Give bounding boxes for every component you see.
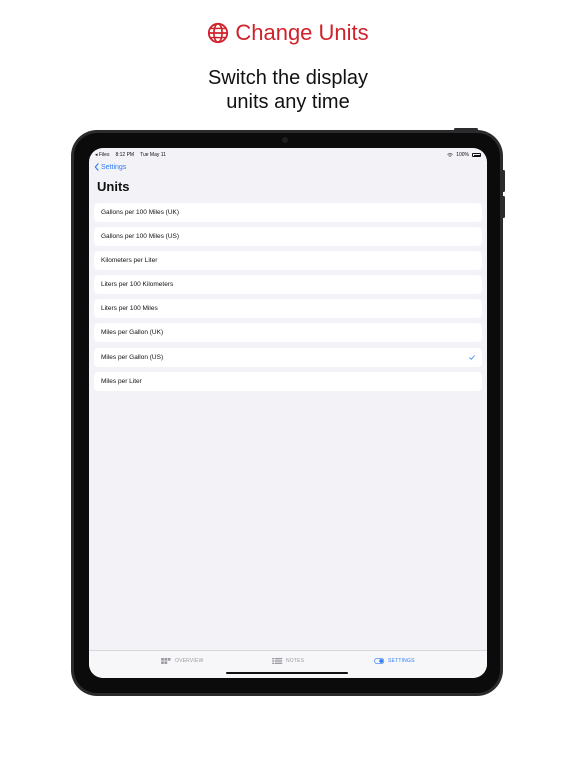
battery-icon	[472, 153, 481, 157]
unit-label: Miles per Gallon (UK)	[101, 329, 164, 337]
promo-title: Change Units	[235, 20, 369, 45]
page-title: Units	[97, 179, 130, 194]
back-button[interactable]: Settings	[94, 163, 126, 171]
unit-row-miles-per-gallon-us[interactable]: Miles per Gallon (US)	[94, 347, 482, 367]
chevron-left-icon	[94, 163, 99, 171]
promo-subtitle-line2: units any time	[226, 91, 350, 113]
tab-notes-label: NOTES	[286, 658, 305, 664]
checkmark-icon	[469, 354, 475, 360]
wifi-icon	[447, 153, 453, 157]
promo-headline: Change Units	[0, 20, 576, 46]
status-back-app[interactable]: ◂ Files	[95, 152, 109, 158]
unit-label: Miles per Liter	[101, 377, 142, 385]
promo-subtitle-line1: Switch the display	[207, 67, 369, 89]
unit-row-miles-per-liter[interactable]: Miles per Liter	[94, 371, 482, 391]
units-list: Gallons per 100 Miles (UK) Gallons per 1…	[94, 203, 482, 396]
status-date: Tue May 11	[140, 152, 166, 158]
front-camera	[282, 137, 288, 143]
status-bar: ◂ Files 8:12 PM Tue May 11 100%	[95, 151, 481, 159]
unit-label: Kilometers per Liter	[101, 257, 158, 265]
unit-label: Liters per 100 Kilometers	[101, 281, 174, 289]
unit-label: Miles per Gallon (US)	[101, 353, 164, 361]
home-indicator	[226, 671, 348, 674]
tab-overview-label: OVERVIEW	[175, 658, 204, 664]
tab-bar: OVERVIEW NOTES SETTINGS	[89, 650, 487, 678]
battery-percent: 100%	[456, 152, 469, 158]
unit-row-liters-per-100-miles[interactable]: Liters per 100 Miles	[94, 299, 482, 319]
status-right: 100%	[447, 152, 481, 158]
dashboard-icon	[161, 658, 171, 664]
unit-row-gallons-per-100-miles-us[interactable]: Gallons per 100 Miles (US)	[94, 227, 482, 247]
list-icon	[272, 658, 283, 664]
tab-settings-label: SETTINGS	[388, 658, 415, 664]
back-button-label: Settings	[101, 163, 127, 171]
unit-row-kilometers-per-liter[interactable]: Kilometers per Liter	[94, 251, 482, 271]
status-left: ◂ Files 8:12 PM Tue May 11	[95, 152, 166, 158]
tab-overview[interactable]: OVERVIEW	[161, 658, 203, 664]
tab-settings[interactable]: SETTINGS	[374, 658, 415, 664]
unit-row-gallons-per-100-miles-uk[interactable]: Gallons per 100 Miles (UK)	[94, 203, 482, 222]
globe-icon	[208, 22, 229, 44]
unit-row-miles-per-gallon-uk[interactable]: Miles per Gallon (UK)	[94, 323, 482, 343]
status-time: 8:12 PM	[115, 152, 135, 158]
app-screen: ◂ Files 8:12 PM Tue May 11 100% Settings…	[89, 148, 487, 678]
promo-subtitle: Switch the display units any time	[0, 66, 576, 114]
tab-notes[interactable]: NOTES	[272, 658, 304, 664]
unit-row-liters-per-100-kilometers[interactable]: Liters per 100 Kilometers	[94, 275, 482, 295]
toggle-icon	[374, 658, 385, 664]
unit-label: Liters per 100 Miles	[101, 305, 158, 313]
unit-label: Gallons per 100 Miles (UK)	[101, 209, 180, 216]
unit-label: Gallons per 100 Miles (US)	[101, 233, 180, 241]
